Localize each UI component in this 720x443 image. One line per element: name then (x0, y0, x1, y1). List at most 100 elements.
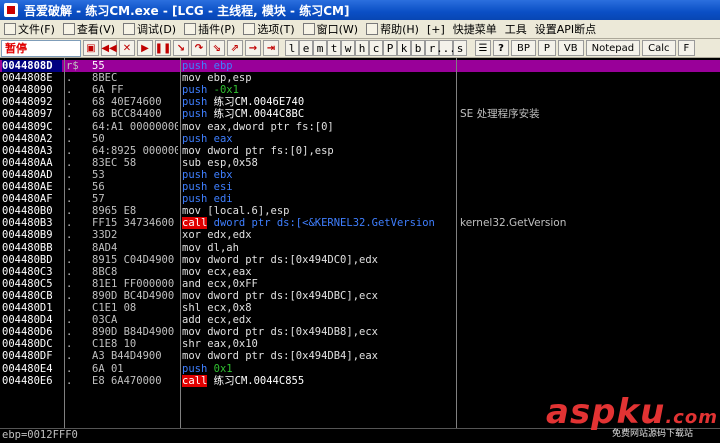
address: 004480C3 (2, 265, 53, 278)
plugin-button[interactable]: P (537, 40, 556, 56)
menu-item[interactable]: 调试(D) (119, 20, 180, 39)
disasm-row[interactable]: 00448092. 68 40E74600 push 练习CM.0046E740 (0, 96, 720, 108)
disasm-row[interactable]: 004480C3. 8BC8 mov ecx,eax (0, 266, 720, 278)
open-icon[interactable]: ▣ (83, 40, 99, 56)
letter-button[interactable]: ... (436, 40, 456, 56)
disasm-row[interactable]: 004480D4. 03CA add ecx,edx (0, 314, 720, 326)
close-icon[interactable]: ✕ (119, 40, 135, 56)
menu-item[interactable]: 工具 (501, 20, 531, 39)
letter-button[interactable]: c (369, 40, 383, 56)
letter-button[interactable]: w (341, 40, 355, 56)
help-icon[interactable]: ? (493, 40, 509, 56)
instruction: push ebp (182, 60, 456, 72)
plugin-button[interactable]: F (677, 40, 696, 56)
hex-bytes: 53 (92, 168, 105, 181)
debug-status: 暂停 (1, 39, 81, 57)
instruction: shr eax,0x10 (182, 338, 456, 350)
instruction: call dword ptr ds:[<&KERNEL32.GetVersion (182, 217, 456, 230)
plugin-button[interactable]: Calc (642, 40, 676, 56)
hex-bytes: 8915 C04D4900 (92, 253, 175, 266)
hex-bytes: C1E8 10 (92, 338, 137, 351)
plugin-button[interactable]: Notepad (585, 40, 641, 56)
menu-item[interactable]: [+] (423, 20, 449, 39)
disasm-row[interactable]: 004480D6. 890D B84D4900 mov dword ptr ds:[… (0, 326, 720, 338)
menu-item[interactable]: 帮助(H) (362, 20, 423, 39)
file-icon (4, 23, 16, 35)
disassembly-pane[interactable]: 0044808D r$ 55 push ebp 0044808E. 8BEC mov ebp… (0, 58, 720, 428)
instruction: mov dword ptr ds:[0x494DC0],edx (182, 254, 456, 266)
menu-item[interactable]: 快捷菜单 (449, 20, 501, 39)
column-divider[interactable] (64, 58, 65, 428)
plugin-button[interactable]: BP (511, 40, 536, 56)
letter-button[interactable]: b (411, 40, 425, 56)
disasm-row[interactable]: 004480A2. 50 push eax (0, 133, 720, 145)
disasm-row[interactable]: 004480CB. 890D BC4D4900 mov dword ptr ds:[… (0, 290, 720, 302)
hex-bytes: 55 (92, 60, 105, 72)
app-icon[interactable] (4, 3, 18, 17)
disasm-row[interactable]: 004480AD. 53 push ebx (0, 169, 720, 181)
disasm-row[interactable]: 004480C5. 81E1 FF000000 and ecx,0xFF (0, 278, 720, 290)
letter-button[interactable]: m (313, 40, 327, 56)
disasm-row[interactable]: 004480AA. 83EC 58 sub esp,0x58 (0, 157, 720, 169)
column-divider[interactable] (180, 58, 181, 428)
disasm-row[interactable]: 004480BD. 8915 C04D4900 mov dword ptr ds:[… (0, 254, 720, 266)
disasm-row[interactable]: 004480B0. 8965 E8 mov [local.6],esp (0, 205, 720, 217)
instruction: push -0x1 (182, 84, 456, 96)
list-icon[interactable]: ☰ (475, 40, 491, 56)
opcode: mov (182, 326, 201, 339)
letter-button[interactable]: k (397, 40, 411, 56)
disasm-row[interactable]: 0044809C. 64:A1 00000000 mov eax,dword ptr… (0, 121, 720, 133)
menu-item[interactable]: 查看(V) (59, 20, 119, 39)
disasm-row[interactable]: 004480A3. 64:8925 00000000 mov dword ptr f… (0, 145, 720, 157)
disasm-row[interactable]: 004480DF. A3 B44D4900 mov dword ptr ds:[0x… (0, 350, 720, 362)
letter-button[interactable]: P (383, 40, 397, 56)
disasm-row[interactable]: 0044808E. 8BEC mov ebp,esp (0, 72, 720, 84)
flow-marker: . (66, 84, 73, 97)
disasm-row[interactable]: 00448090. 6A FF push -0x1 (0, 84, 720, 96)
instruction: mov [local.6],esp (182, 205, 456, 217)
plugin-button[interactable]: VB (557, 40, 584, 56)
run-icon[interactable]: ▶ (137, 40, 153, 56)
column-divider[interactable] (456, 58, 457, 428)
letter-button[interactable]: t (327, 40, 341, 56)
letter-button[interactable]: s (453, 40, 467, 56)
menu-item[interactable]: 选项(T) (239, 20, 298, 39)
flow-marker: . (66, 241, 73, 254)
letter-button[interactable]: h (355, 40, 369, 56)
disasm-row[interactable]: 004480D1. C1E1 08 shl ecx,0x8 (0, 302, 720, 314)
menu-item[interactable]: 窗口(W) (299, 20, 362, 39)
hex-bytes: 68 BCC84400 (92, 108, 162, 121)
address: 004480D4 (2, 314, 53, 327)
disasm-row[interactable]: 004480AF. 57 push edi (0, 193, 720, 205)
disasm-row[interactable]: 004480B3. FF15 34734600 call dword ptr ds:… (0, 217, 720, 230)
trace-into-icon[interactable]: ⇘ (209, 40, 225, 56)
flow-marker: . (66, 314, 73, 327)
disasm-row[interactable]: 004480B9. 33D2 xor edx,edx (0, 229, 720, 241)
disasm-row[interactable]: 00448097. 68 BCC84400 push 练习CM.0044C8BC SE… (0, 108, 720, 120)
disasm-row[interactable]: 004480E6. E8 6A470000 call 练习CM.0044C855 (0, 374, 720, 387)
letter-button[interactable]: l (285, 40, 299, 56)
disasm-row[interactable]: 004480BB. 8AD4 mov dl,ah (0, 242, 720, 254)
pause-icon[interactable]: ❚❚ (155, 40, 171, 56)
rewind-icon[interactable]: ◀◀ (101, 40, 117, 56)
menu-item[interactable]: 插件(P) (180, 20, 239, 39)
disasm-row[interactable]: 004480DC. C1E8 10 shr eax,0x10 (0, 338, 720, 350)
menu-item[interactable]: 设置API断点 (531, 20, 600, 39)
opcode: push (182, 168, 208, 181)
address: 0044809C (2, 120, 53, 133)
menu-item[interactable]: 文件(F) (0, 20, 59, 39)
instruction: push 练习CM.0044C8BC (182, 108, 456, 120)
trace-over-icon[interactable]: ⇗ (227, 40, 243, 56)
goto-icon[interactable]: ⇥ (263, 40, 279, 56)
flow-marker: . (66, 168, 73, 181)
step-into-icon[interactable]: ↘ (173, 40, 189, 56)
operands: ebp (213, 60, 233, 72)
instruction: mov dword ptr fs:[0],esp (182, 145, 456, 157)
letter-button[interactable]: e (299, 40, 313, 56)
disasm-row[interactable]: 0044808D r$ 55 push ebp (0, 60, 720, 72)
hex-bytes: FF15 34734600 (92, 217, 175, 230)
execute-till-return-icon[interactable]: → (245, 40, 261, 56)
disasm-row[interactable]: 004480AE. 56 push esi (0, 181, 720, 193)
disasm-row[interactable]: 004480E4. 6A 01 push 0x1 (0, 363, 720, 375)
step-over-icon[interactable]: ↷ (191, 40, 207, 56)
